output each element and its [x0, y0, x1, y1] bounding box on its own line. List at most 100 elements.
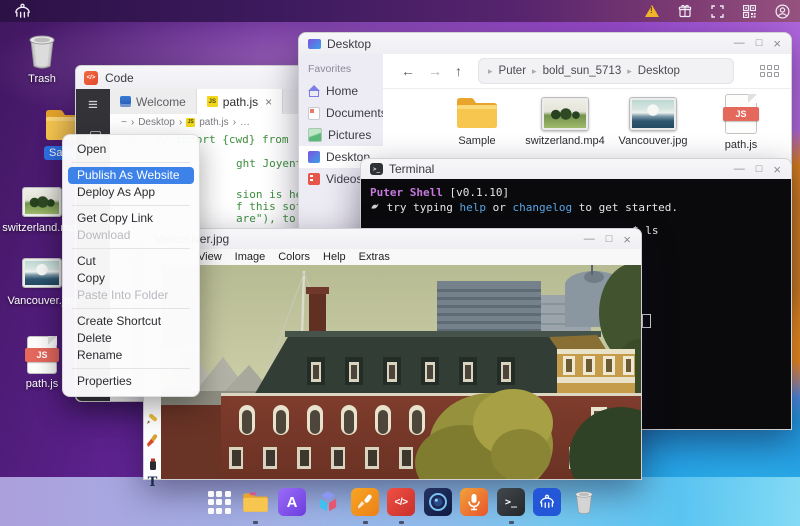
tab-pathjs[interactable]: JS path.js ×: [196, 89, 284, 114]
menu-item-rename[interactable]: Rename: [63, 347, 199, 364]
dock-puter-button[interactable]: [533, 488, 561, 516]
menu-extras[interactable]: Extras: [359, 251, 390, 263]
dock-launcher-button[interactable]: [205, 488, 233, 516]
file-item-vancouver[interactable]: Vancouver.jpg: [609, 94, 697, 151]
tab-welcome-label: Welcome: [136, 94, 186, 109]
menu-image[interactable]: Image: [235, 251, 266, 263]
minimize-icon[interactable]: —: [734, 38, 745, 49]
terminal-line-hint: try typing help or changelog to get star…: [370, 200, 791, 215]
code-app-icon: </>: [84, 70, 98, 85]
terminal-glyph-icon: >_: [504, 496, 518, 508]
menu-item-copy[interactable]: Copy: [63, 270, 199, 287]
microphone-icon: [468, 494, 480, 511]
page-fold: [48, 336, 57, 345]
menu-item-deploy-as-app[interactable]: Deploy As App: [63, 184, 199, 201]
account-icon[interactable]: [775, 3, 790, 19]
letter-a-icon: A: [286, 493, 298, 511]
ink-tool-icon[interactable]: [144, 457, 161, 471]
maximize-icon[interactable]: □: [756, 38, 763, 49]
maximize-icon[interactable]: □: [606, 233, 613, 245]
dock-editor-button[interactable]: A: [278, 488, 306, 516]
dock-terminal-button[interactable]: >_: [497, 488, 525, 516]
dock-camera-button[interactable]: [424, 488, 452, 516]
forward-icon[interactable]: →: [428, 63, 442, 79]
puter-logo-icon[interactable]: [13, 3, 32, 20]
menu-item-cut[interactable]: Cut: [63, 253, 199, 270]
image-viewer-window: Vancouver.jpg — □ × View Image Colors He…: [143, 228, 642, 490]
menu-item-create-shortcut[interactable]: Create Shortcut: [63, 313, 199, 330]
terminal-app-icon: >_: [370, 163, 383, 175]
minimize-icon[interactable]: —: [734, 163, 745, 175]
close-icon[interactable]: ×: [773, 37, 781, 50]
hamburger-menu-icon[interactable]: ≡: [76, 95, 110, 115]
tab-welcome[interactable]: Welcome: [110, 89, 197, 114]
chevron-icon: ›: [232, 116, 237, 128]
file-item-pathjs[interactable]: JS path.js: [697, 94, 785, 151]
vancouver-photo: [161, 265, 641, 479]
breadcrumb-user[interactable]: bold_sun_5713: [543, 65, 622, 77]
menu-item-get-copy-link[interactable]: Get Copy Link: [63, 210, 199, 227]
close-icon[interactable]: ×: [623, 233, 631, 246]
fullscreen-icon[interactable]: [711, 4, 724, 18]
gift-icon[interactable]: [678, 4, 692, 18]
pathjs-desktop-icon[interactable]: JS: [25, 336, 59, 374]
dock-paint-button[interactable]: [351, 488, 379, 516]
up-icon[interactable]: ↑: [455, 63, 462, 79]
file-item-sample[interactable]: Sample: [433, 94, 521, 151]
maximize-icon[interactable]: □: [756, 163, 763, 175]
vancouver-desktop-icon[interactable]: [23, 259, 61, 287]
file-item-switzerland[interactable]: switzerland.mp4: [521, 94, 609, 151]
pencil-tool-icon[interactable]: [144, 413, 161, 427]
dock-recorder-button[interactable]: [460, 488, 488, 516]
sidebar-item-home[interactable]: Home: [299, 80, 383, 102]
warning-icon[interactable]: [645, 5, 659, 17]
menu-separator: [72, 205, 190, 206]
tab-close-icon[interactable]: ×: [265, 95, 272, 109]
crumb-pathjs[interactable]: path.js: [199, 117, 228, 128]
menu-separator: [72, 162, 190, 163]
menu-view[interactable]: View: [198, 251, 222, 263]
menu-colors[interactable]: Colors: [278, 251, 310, 263]
explorer-titlebar[interactable]: Desktop — □ ×: [299, 33, 791, 55]
terminal-title: Terminal: [389, 162, 435, 176]
brush-tool-icon[interactable]: [144, 433, 161, 449]
crumb-desktop[interactable]: Desktop: [138, 117, 175, 128]
terminal-line-banner: Puter Shell [v0.1.10]: [370, 186, 510, 199]
minimize-icon[interactable]: —: [584, 233, 595, 245]
viewer-menubar: View Image Colors Help Extras: [144, 249, 641, 266]
triangle-icon: ▸: [532, 65, 537, 76]
folder-icon: [242, 492, 268, 512]
cubes-icon: [319, 491, 337, 512]
dock-app-center-button[interactable]: [314, 488, 342, 516]
menu-item-delete[interactable]: Delete: [63, 330, 199, 347]
dock-files-button[interactable]: [241, 488, 269, 516]
sidebar-item-pictures[interactable]: Pictures: [299, 124, 383, 146]
back-icon[interactable]: ←: [401, 63, 415, 79]
top-bar: [0, 0, 800, 22]
breadcrumb[interactable]: ▸ Puter ▸ bold_sun_5713 ▸ Desktop: [478, 58, 734, 84]
dock-trash-button[interactable]: [570, 488, 598, 516]
js-file-icon: JS: [723, 94, 759, 134]
breadcrumb-puter[interactable]: Puter: [499, 65, 527, 77]
running-indicator: [253, 521, 258, 524]
crumb-more[interactable]: …: [240, 117, 250, 128]
grid-view-icon[interactable]: [760, 65, 779, 77]
sidebar-item-documents[interactable]: Documents: [299, 102, 387, 124]
breadcrumb-desktop[interactable]: Desktop: [638, 65, 680, 77]
close-icon[interactable]: ×: [773, 163, 781, 176]
viewer-titlebar[interactable]: Vancouver.jpg — □ ×: [144, 229, 641, 250]
video-thumbnail: [542, 98, 588, 130]
menu-item-publish-as-website[interactable]: Publish As Website: [68, 167, 194, 184]
triangle-icon: ▸: [627, 65, 632, 76]
crumb-home[interactable]: ~: [121, 117, 127, 128]
menu-help[interactable]: Help: [323, 251, 346, 263]
qr-code-icon[interactable]: [743, 4, 756, 18]
menu-item-open[interactable]: Open: [63, 141, 199, 158]
terminal-titlebar[interactable]: >_ Terminal — □ ×: [361, 159, 791, 180]
dock-code-button[interactable]: </>: [387, 488, 415, 516]
menu-item-properties[interactable]: Properties: [63, 373, 199, 390]
trash-desktop-icon[interactable]: [26, 32, 58, 70]
switzerland-desktop-icon[interactable]: [23, 188, 61, 216]
trash-label: Trash: [28, 73, 56, 85]
brush-icon: [357, 494, 372, 509]
